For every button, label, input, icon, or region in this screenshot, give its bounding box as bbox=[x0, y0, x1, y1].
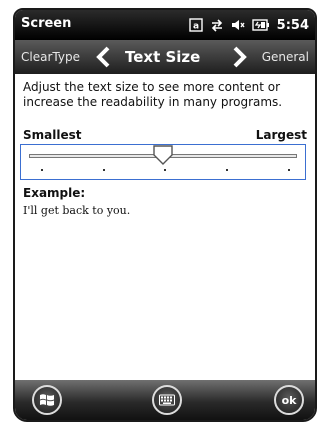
ok-button[interactable]: ok bbox=[274, 385, 304, 415]
status-bar: Screen a 5:54 bbox=[15, 10, 315, 40]
page-title: Text Size bbox=[125, 48, 201, 66]
prev-tab-label[interactable]: ClearType bbox=[21, 50, 80, 64]
status-title[interactable]: Screen bbox=[21, 16, 71, 31]
start-button[interactable] bbox=[32, 385, 62, 415]
volume-icon[interactable] bbox=[231, 18, 245, 32]
status-icons: a 5:54 bbox=[188, 16, 309, 34]
slider-thumb[interactable] bbox=[152, 144, 174, 170]
sync-arrows-icon[interactable] bbox=[210, 18, 224, 32]
battery-icon[interactable] bbox=[251, 19, 270, 31]
keyboard-button[interactable] bbox=[152, 385, 182, 415]
chevron-left-icon[interactable] bbox=[95, 46, 113, 72]
slider-tick bbox=[288, 169, 290, 171]
keyboard-mode-icon[interactable]: a bbox=[188, 18, 203, 32]
next-tab-label[interactable]: General bbox=[262, 50, 309, 64]
softkey-bar: ok bbox=[15, 380, 315, 420]
status-time[interactable]: 5:54 bbox=[277, 18, 309, 33]
smallest-label: Smallest bbox=[23, 128, 82, 142]
settings-nav-bar: ClearType Text Size General bbox=[15, 40, 315, 74]
svg-text:a: a bbox=[193, 22, 199, 32]
slider-tick bbox=[103, 169, 105, 171]
windows-start-icon bbox=[40, 394, 54, 406]
largest-label: Largest bbox=[255, 128, 307, 142]
text-size-slider[interactable] bbox=[20, 144, 306, 180]
example-label: Example: bbox=[23, 186, 86, 200]
slider-tick bbox=[226, 169, 228, 171]
keyboard-icon bbox=[159, 394, 175, 406]
chevron-right-icon[interactable] bbox=[230, 46, 248, 72]
device-screen: Screen a 5:54 ClearType Text Size Genera… bbox=[13, 8, 317, 422]
slider-tick bbox=[41, 169, 43, 171]
example-text: I'll get back to you. bbox=[23, 204, 131, 217]
description-text: Adjust the text size to see more content… bbox=[23, 80, 283, 109]
